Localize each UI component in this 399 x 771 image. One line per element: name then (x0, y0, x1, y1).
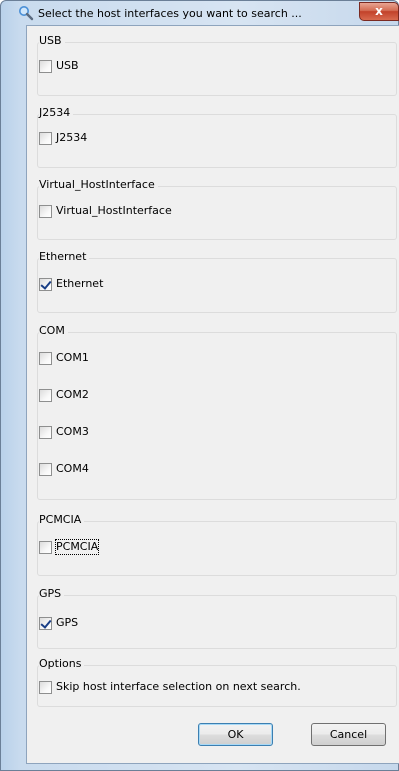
checkbox-com1[interactable]: COM1 (39, 350, 89, 366)
checkbox-box[interactable] (39, 277, 52, 291)
group-options: Options Skip host interface selection on… (37, 657, 397, 707)
checkbox-com4[interactable]: COM4 (39, 461, 89, 477)
checkbox-box[interactable] (39, 425, 52, 439)
checkbox-label: Skip host interface selection on next se… (56, 680, 301, 693)
checkbox-ethernet[interactable]: Ethernet (39, 276, 103, 292)
checkbox-usb[interactable]: USB (39, 58, 79, 74)
dialog-window: Select the host interfaces you want to s… (0, 0, 399, 771)
close-button[interactable]: x (359, 2, 399, 21)
checkbox-label: COM2 (56, 388, 89, 401)
checkbox-label: COM3 (56, 425, 89, 438)
cancel-button[interactable]: Cancel (311, 723, 386, 746)
checkbox-box[interactable] (39, 616, 52, 630)
checkbox-j2534[interactable]: J2534 (39, 130, 87, 146)
checkbox-label: COM1 (56, 351, 89, 364)
checkbox-box[interactable] (39, 388, 52, 402)
close-icon: x (375, 4, 383, 18)
group-title-usb: USB (39, 34, 65, 48)
ok-button[interactable]: OK (198, 723, 273, 746)
checkbox-box[interactable] (39, 204, 52, 218)
group-border (37, 42, 397, 96)
group-title-options: Options (39, 657, 85, 671)
group-ethernet: Ethernet Ethernet (37, 250, 397, 313)
checkbox-box[interactable] (39, 462, 52, 476)
group-gps: GPS GPS (37, 587, 397, 649)
checkbox-com2[interactable]: COM2 (39, 387, 89, 403)
group-border (37, 114, 397, 168)
checkbox-box[interactable] (39, 540, 52, 554)
group-title-gps: GPS (39, 587, 65, 601)
checkbox-label: GPS (56, 616, 79, 629)
group-virtual-hostinterface: Virtual_HostInterface Virtual_HostInterf… (37, 178, 397, 240)
checkbox-box[interactable] (39, 59, 52, 73)
group-pcmcia: PCMCIA PCMCIA (37, 513, 397, 576)
group-j2534: J2534 J2534 (37, 106, 397, 168)
checkbox-label: PCMCIA (54, 539, 100, 555)
group-title-pcmcia: PCMCIA (39, 513, 85, 527)
dialog-client-area: USB USB J2534 J2534 Virtual_HostInterfac… (26, 25, 399, 764)
checkbox-label: Virtual_HostInterface (56, 204, 172, 217)
group-title-ethernet: Ethernet (39, 250, 90, 264)
checkbox-gps[interactable]: GPS (39, 615, 78, 631)
checkbox-virtual-hostinterface[interactable]: Virtual_HostInterface (39, 203, 172, 219)
group-com: COM COM1 COM2 COM3 COM4 (37, 324, 397, 500)
window-title: Select the host interfaces you want to s… (38, 7, 302, 20)
group-title-com: COM (39, 324, 68, 338)
checkbox-box[interactable] (39, 680, 52, 694)
group-border (37, 595, 397, 649)
group-border (37, 332, 397, 500)
checkbox-box[interactable] (39, 351, 52, 365)
title-bar[interactable]: Select the host interfaces you want to s… (1, 1, 399, 25)
group-title-virtual: Virtual_HostInterface (39, 178, 158, 192)
checkbox-label: USB (56, 59, 79, 72)
checkbox-com3[interactable]: COM3 (39, 424, 89, 440)
checkbox-box[interactable] (39, 131, 52, 145)
group-usb: USB USB (37, 34, 397, 96)
checkbox-label: COM4 (56, 462, 89, 475)
checkbox-label: Ethernet (56, 277, 104, 290)
group-title-j2534: J2534 (39, 106, 74, 120)
checkbox-label: J2534 (56, 131, 88, 144)
checkbox-skip-selection[interactable]: Skip host interface selection on next se… (39, 679, 301, 695)
search-icon (19, 6, 34, 21)
checkbox-pcmcia[interactable]: PCMCIA (39, 539, 100, 555)
